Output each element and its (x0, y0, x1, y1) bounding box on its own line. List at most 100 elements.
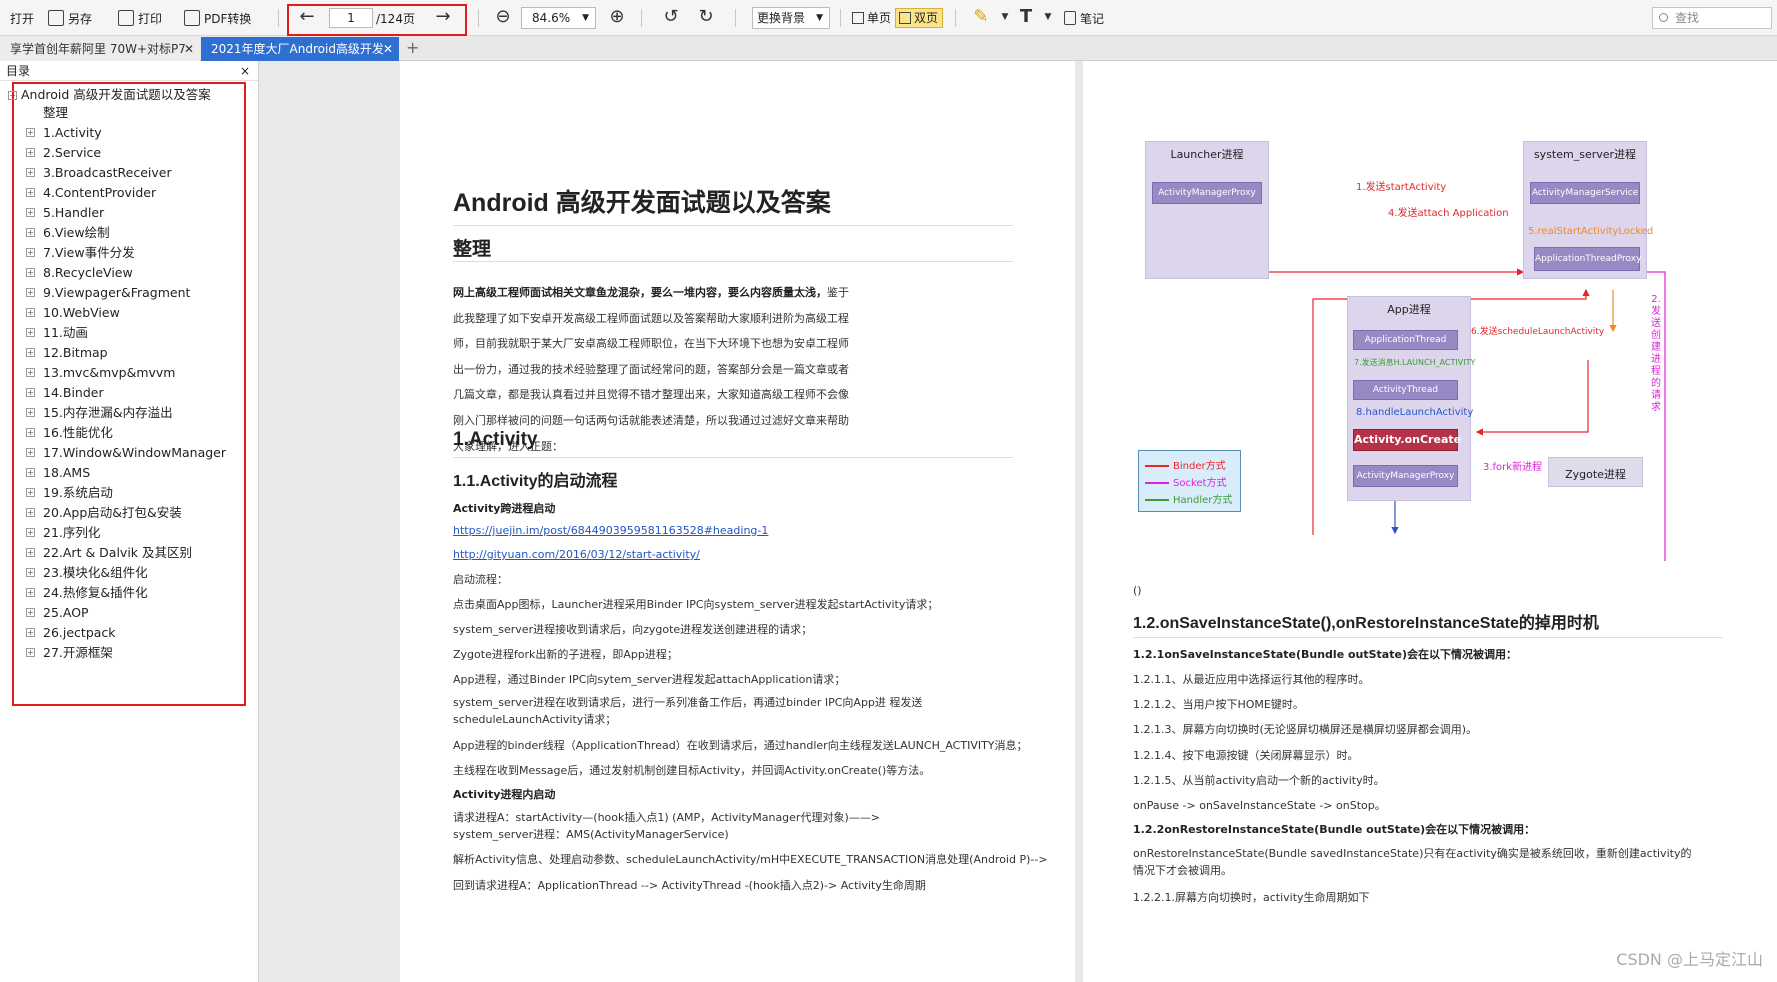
toc-list: 整理 +1.Activity +2.Service +3.BroadcastRecei… (26, 103, 226, 663)
expand-icon[interactable]: + (26, 628, 35, 637)
toc-item[interactable]: +11.动画 (26, 323, 226, 343)
save-as-button[interactable]: 另存 (48, 6, 92, 30)
toc-item-label: 24.热修复&插件化 (43, 585, 148, 600)
document-title: Android 高级开发面试题以及答案 (453, 189, 831, 217)
toc-item[interactable]: +12.Bitmap (26, 343, 226, 363)
page-number-input[interactable]: 1 (329, 8, 373, 28)
expand-icon[interactable]: + (26, 508, 35, 517)
chevron-down-icon[interactable]: ▼ (1037, 6, 1059, 28)
expand-icon[interactable]: + (26, 208, 35, 217)
toolbar-divider (641, 9, 642, 27)
flow-line: system_server进程在收到请求后，进行一系列准备工作后，再通过bind… (453, 696, 923, 726)
toc-item[interactable]: +1.Activity (26, 123, 226, 143)
toc-item[interactable]: +9.Viewpager&Fragment (26, 283, 226, 303)
expand-icon[interactable]: + (26, 348, 35, 357)
expand-icon[interactable]: + (26, 648, 35, 657)
expand-icon[interactable]: + (26, 268, 35, 277)
expand-icon[interactable]: + (26, 188, 35, 197)
toc-item[interactable]: +23.模块化&组件化 (26, 563, 226, 583)
tab-document-1[interactable]: 享学首创年薪阿里 70W+对标P7 ✕ (0, 37, 200, 61)
expand-icon[interactable]: + (26, 448, 35, 457)
expand-icon[interactable]: + (26, 568, 35, 577)
toc-item[interactable]: +27.开源框架 (26, 643, 226, 663)
expand-icon[interactable]: + (26, 588, 35, 597)
print-button[interactable]: 打印 (118, 6, 162, 30)
expand-icon[interactable]: + (26, 468, 35, 477)
expand-icon[interactable]: + (26, 248, 35, 257)
expand-icon[interactable]: + (26, 168, 35, 177)
toc-item[interactable]: +13.mvc&mvp&mvvm (26, 363, 226, 383)
toc-item[interactable]: +26.jectpack (26, 623, 226, 643)
toc-item-label: 8.RecycleView (43, 265, 133, 280)
toc-item[interactable]: +24.热修复&插件化 (26, 583, 226, 603)
text-color-icon[interactable]: T (1015, 6, 1037, 28)
toc-item[interactable]: +16.性能优化 (26, 423, 226, 443)
expand-icon[interactable]: + (26, 528, 35, 537)
zoom-out-icon[interactable]: ⊖ (492, 6, 514, 28)
expand-icon[interactable]: + (26, 288, 35, 297)
expand-icon[interactable]: + (26, 388, 35, 397)
document-viewport[interactable]: Android 高级开发面试题以及答案 整理 网上高级工程师面试相关文章鱼龙混杂… (260, 61, 1777, 982)
toc-item-label: 整理 (43, 105, 69, 120)
expand-icon[interactable]: + (26, 548, 35, 557)
toc-item[interactable]: +14.Binder (26, 383, 226, 403)
highlighter-icon[interactable]: ✎ (970, 6, 992, 28)
toc-item[interactable]: +15.内存泄漏&内存溢出 (26, 403, 226, 423)
toc-item[interactable]: 整理 (26, 103, 226, 123)
zoom-select[interactable]: 84.6% ▼ (521, 7, 596, 29)
toc-item[interactable]: +2.Service (26, 143, 226, 163)
toc-item[interactable]: +8.RecycleView (26, 263, 226, 283)
expand-icon[interactable]: + (26, 128, 35, 137)
toc-item[interactable]: +4.ContentProvider (26, 183, 226, 203)
rotate-left-icon[interactable]: ↺ (660, 6, 682, 28)
next-page-icon[interactable]: → (432, 6, 454, 28)
expand-icon[interactable]: + (26, 428, 35, 437)
toc-item[interactable]: +3.BroadcastReceiver (26, 163, 226, 183)
close-icon[interactable]: ✕ (184, 37, 194, 61)
toc-item[interactable]: +25.AOP (26, 603, 226, 623)
toc-item[interactable]: +19.系统启动 (26, 483, 226, 503)
prev-page-icon[interactable]: ← (296, 6, 318, 28)
expand-icon[interactable]: + (26, 148, 35, 157)
single-page-icon (852, 12, 864, 24)
toc-item[interactable]: +20.App启动&打包&安装 (26, 503, 226, 523)
expand-icon[interactable]: + (26, 368, 35, 377)
toc-item-label: 19.系统启动 (43, 485, 113, 500)
toc-item-label: 17.Window&WindowManager (43, 445, 226, 460)
single-page-button[interactable]: 单页 (848, 8, 896, 28)
toc-item[interactable]: +18.AMS (26, 463, 226, 483)
toc-item[interactable]: +10.WebView (26, 303, 226, 323)
expand-icon[interactable]: + (26, 308, 35, 317)
change-background-select[interactable]: 更换背景 ▼ (752, 7, 830, 29)
zoom-in-icon[interactable]: ⊕ (606, 6, 628, 28)
notes-button[interactable]: 笔记 (1064, 6, 1104, 30)
close-icon[interactable]: × (240, 61, 250, 81)
open-button[interactable]: 打开 (10, 6, 34, 30)
link-gityuan[interactable]: http://gityuan.com/2016/03/12/start-acti… (453, 548, 700, 561)
toc-item-label: 4.ContentProvider (43, 185, 157, 200)
expand-icon[interactable]: + (26, 608, 35, 617)
new-tab-icon[interactable]: + (406, 38, 419, 57)
tab-document-2[interactable]: 2021年度大厂Android高级开发 ✕ (201, 37, 399, 61)
toc-item[interactable]: +5.Handler (26, 203, 226, 223)
launcher-process: Launcher进程 ActivityManagerProxy (1145, 141, 1269, 279)
expand-icon[interactable]: + (26, 328, 35, 337)
chevron-down-icon[interactable]: ▼ (994, 6, 1016, 28)
expand-icon[interactable]: + (26, 228, 35, 237)
expand-icon[interactable]: + (26, 408, 35, 417)
in-process-line: 回到请求进程A：ApplicationThread --> ActivityTh… (453, 879, 926, 892)
rotate-right-icon[interactable]: ↻ (695, 6, 717, 28)
toc-item[interactable]: +22.Art & Dalvik 及其区别 (26, 543, 226, 563)
collapse-icon[interactable]: − (8, 91, 17, 100)
close-icon[interactable]: ✕ (383, 37, 393, 61)
toc-item[interactable]: +21.序列化 (26, 523, 226, 543)
pdf-convert-button[interactable]: PDF转换 (184, 6, 251, 30)
search-input[interactable]: 查找 (1652, 7, 1772, 29)
toc-item[interactable]: +6.View绘制 (26, 223, 226, 243)
link-juejin[interactable]: https://juejin.im/post/68449039595811635… (453, 524, 768, 537)
toc-item[interactable]: +17.Window&WindowManager (26, 443, 226, 463)
expand-icon[interactable]: + (26, 488, 35, 497)
toc-root-item[interactable]: − Android 高级开发面试题以及答案 (8, 84, 211, 103)
double-page-button[interactable]: 双页 (895, 8, 944, 28)
toc-item[interactable]: +7.View事件分发 (26, 243, 226, 263)
